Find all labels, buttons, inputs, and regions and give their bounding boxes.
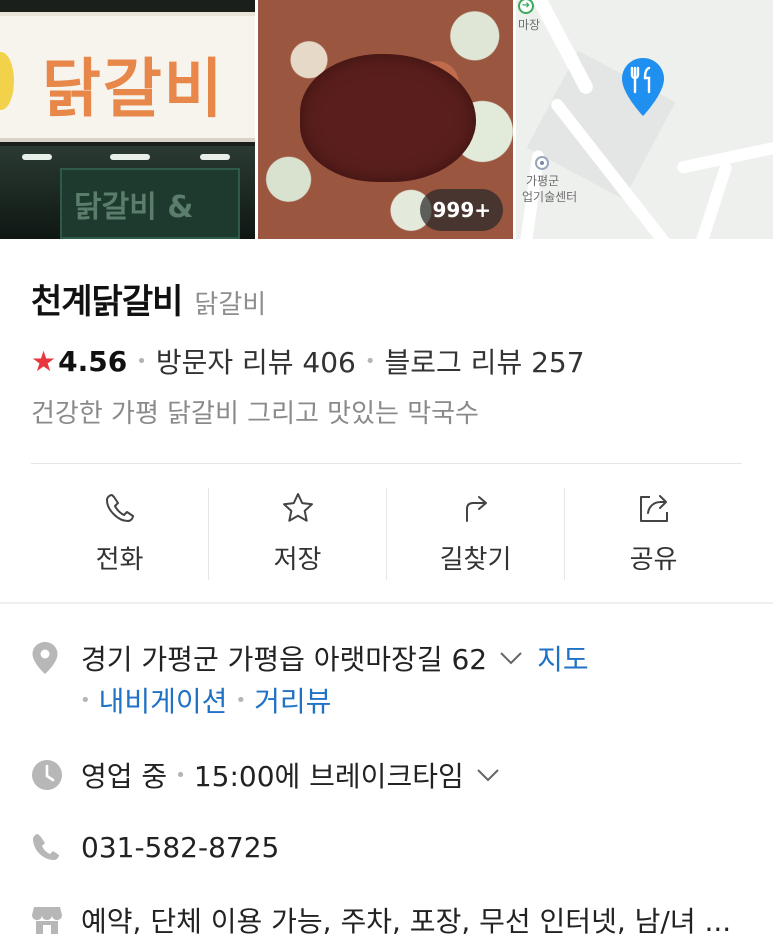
rating-value: 4.56 [58,344,128,378]
visitor-reviews-link[interactable]: 방문자 리뷰 406 [156,341,356,381]
store-light [110,154,150,160]
store-front: 닭갈비 & [0,146,255,239]
business-status: 영업 중 [81,760,168,793]
phone-icon [31,830,65,864]
separator-dot: • [80,689,91,711]
chevron-down-icon[interactable] [476,768,500,782]
map-poi-green-icon: ➜ [518,0,534,14]
map-label: 마장 [518,18,541,32]
separator-dot: • [235,689,247,711]
place-name: 천계닭갈비 [31,282,183,322]
street-view-link[interactable]: 거리뷰 [254,680,331,720]
food-photo[interactable]: 999+ [258,0,513,239]
address-row: 경기 가평군 가평읍 아랫마장길 62 지도 [31,638,589,678]
map-label: 업기술센터 [522,190,578,204]
phone-row: 031-582-8725 [31,830,279,864]
address-links-row: • 내비게이션 • 거리뷰 [80,680,331,720]
phone-number[interactable]: 031-582-8725 [81,831,279,864]
storefront-photo[interactable]: 닭갈비 닭갈비 & [0,0,255,239]
directions-button[interactable]: 길찾기 [387,488,565,580]
store-light [200,154,230,160]
map-road [690,160,734,239]
save-button[interactable]: 저장 [209,488,387,580]
section-divider [0,602,773,604]
store-icon [31,903,65,937]
divider [31,463,742,464]
amenities-text[interactable]: 예약, 단체 이용 가능, 주차, 포장, 무선 인터넷, 남/녀 ... [81,900,731,940]
share-label: 공유 [629,545,678,575]
sign-lamp [0,52,14,110]
place-category: 닭갈비 [194,290,267,320]
navigation-link[interactable]: 내비게이션 [99,680,228,720]
store-sign-text: 닭갈비 [42,53,225,127]
store-window-text: 닭갈비 & [74,190,194,225]
action-bar: 전화 저장 길찾기 공유 [31,488,742,580]
business-hours[interactable]: 15:00에 브레이크타임 [194,755,464,795]
phone-icon [105,494,134,522]
directions-icon [465,496,487,522]
separator-dot: • [364,350,376,372]
sauce-image [300,54,476,182]
save-label: 저장 [273,545,322,575]
photo-strip: 닭갈비 닭갈비 & 999+ ➜ 마장 가평군 업기술센터 [0,0,773,239]
call-button[interactable]: 전화 [31,488,209,580]
separator-dot: • [175,764,186,786]
blog-reviews-link[interactable]: 블로그 리뷰 257 [385,341,585,381]
star-icon [282,493,313,522]
place-tagline: 건강한 가평 닭갈비 그리고 맛있는 막국수 [31,399,479,429]
call-label: 전화 [95,545,144,575]
amenities-row: 예약, 단체 이용 가능, 주차, 포장, 무선 인터넷, 남/녀 ... [31,900,731,940]
map-link[interactable]: 지도 [537,638,589,678]
title-row: 천계닭갈비 닭갈비 [31,274,266,323]
store-sign: 닭갈비 [0,12,255,142]
stats-row: ★ 4.56 • 방문자 리뷰 406 • 블로그 리뷰 257 [31,341,585,381]
separator-dot: • [136,350,147,372]
map-poi-dot-icon [535,156,549,170]
map-label: 가평군 [526,174,560,188]
chevron-down-icon[interactable] [499,651,523,665]
share-button[interactable]: 공유 [565,488,742,580]
location-pin-icon [31,641,65,675]
clock-icon [31,758,65,792]
directions-label: 길찾기 [439,545,512,575]
hours-row: 영업 중 • 15:00에 브레이크타임 [31,755,510,795]
restaurant-pin-icon [620,56,666,122]
share-icon [639,495,668,522]
map-thumbnail[interactable]: ➜ 마장 가평군 업기술센터 [516,0,773,239]
address-text[interactable]: 경기 가평군 가평읍 아랫마장길 62 [81,638,487,678]
rating-star-icon: ★ [31,344,57,378]
photo-count-badge[interactable]: 999+ [420,189,503,231]
store-light [22,154,52,160]
